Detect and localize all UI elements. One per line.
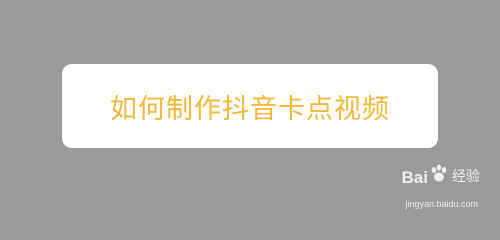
watermark-url: jingyan.baidu.com	[405, 199, 478, 209]
baidu-jingyan-watermark: Bai 经验 jingyan.baidu.com	[390, 163, 480, 209]
title-card: 如何制作抖音卡点视频	[62, 64, 438, 148]
watermark-logo-text: Bai	[402, 163, 450, 188]
card-title: 如何制作抖音卡点视频	[110, 93, 390, 125]
watermark-logo: Bai 经验	[402, 163, 480, 188]
baidu-paw-icon	[431, 164, 447, 182]
watermark-logo-cn: 经验	[452, 168, 480, 185]
